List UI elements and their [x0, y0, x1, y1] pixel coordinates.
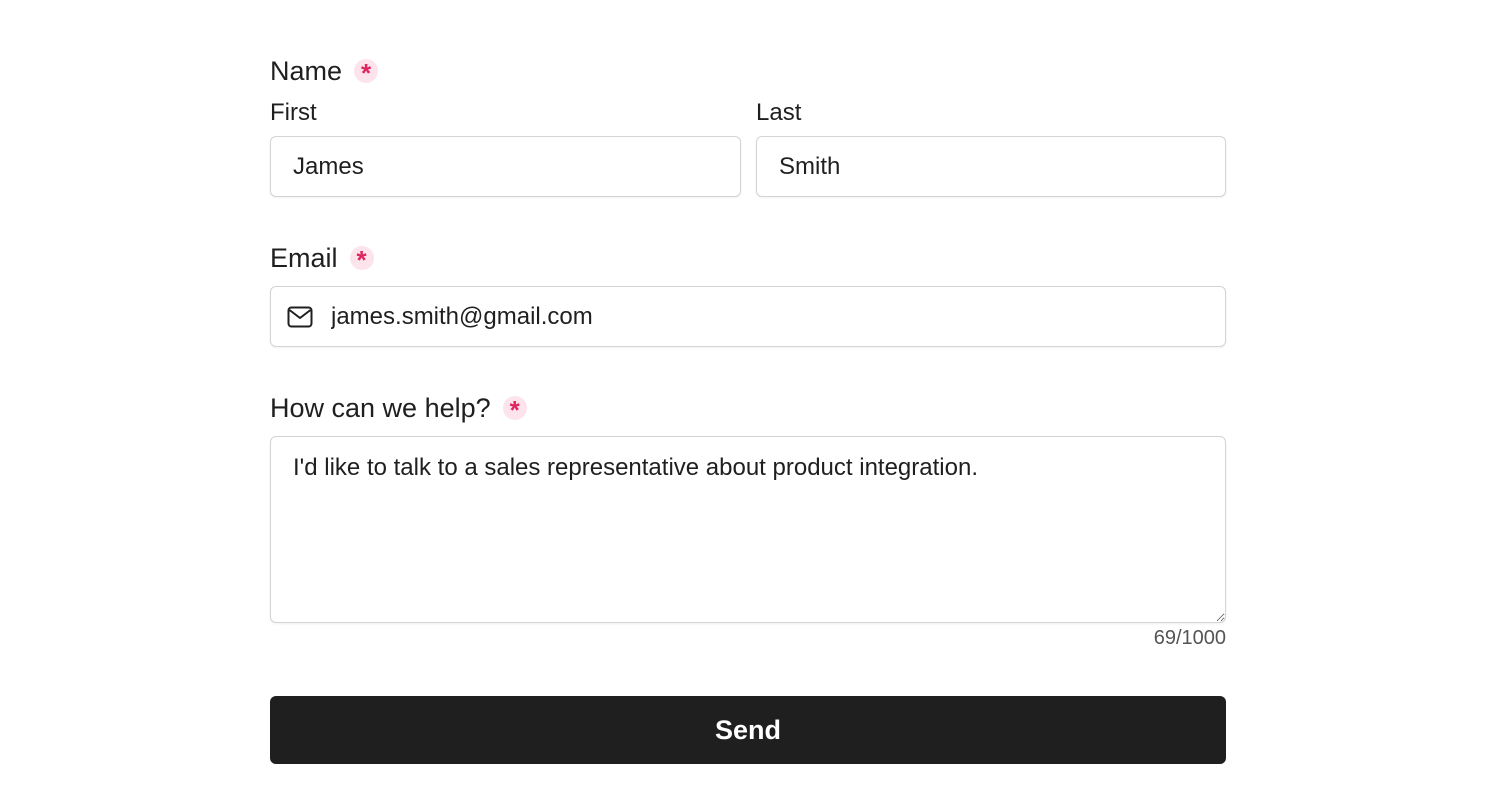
help-section-label: How can we help? * [270, 392, 527, 424]
email-input[interactable] [331, 302, 1191, 331]
name-section-label: Name * [270, 55, 379, 87]
last-name-input[interactable] [756, 136, 1226, 197]
character-counter: 69/1000 [1153, 627, 1226, 649]
email-label: Email [270, 243, 338, 273]
email-section-label: Email * [270, 242, 374, 274]
name-label: Name [270, 56, 343, 86]
help-label: How can we help? [270, 393, 491, 423]
first-name-input[interactable] [270, 136, 741, 197]
required-asterisk-icon: * [354, 59, 379, 86]
required-asterisk-icon: * [349, 246, 374, 273]
send-button[interactable]: Send [270, 696, 1226, 764]
required-asterisk-icon: * [502, 396, 527, 423]
help-message-textarea[interactable]: I'd like to talk to a sales representati… [270, 436, 1226, 623]
mail-icon [287, 306, 313, 328]
last-name-label: Last [756, 99, 802, 126]
email-field[interactable] [270, 286, 1226, 347]
first-name-label: First [270, 99, 317, 126]
